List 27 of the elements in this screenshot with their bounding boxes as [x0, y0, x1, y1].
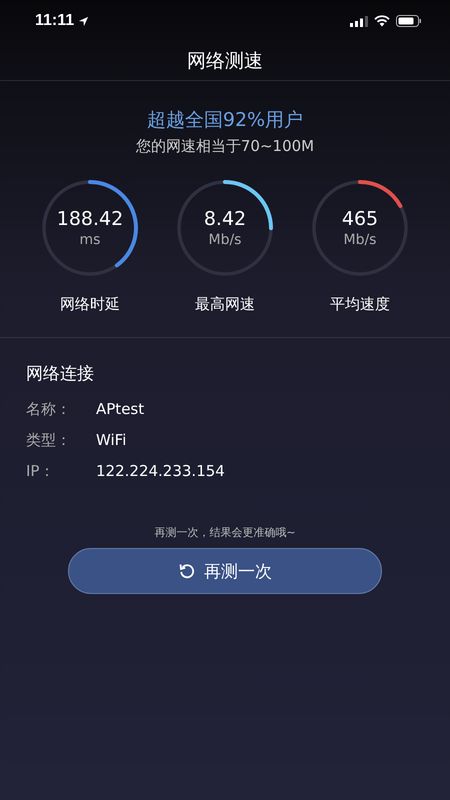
gauge-unit: ms: [80, 232, 100, 248]
retest-button[interactable]: 再测一次: [68, 548, 382, 594]
gauge-label: 网络时延: [60, 295, 120, 314]
gauge-value: 465: [342, 208, 378, 230]
location-arrow-icon: [78, 16, 90, 26]
hint-text: 再测一次，结果会更准确哦~: [154, 525, 296, 540]
info-value: APtest: [96, 400, 144, 419]
info-value: WiFi: [96, 431, 126, 450]
page-title: 网络测速: [187, 49, 263, 74]
headline: 超越全国92%用户: [146, 108, 304, 133]
gauge-value: 8.42: [204, 208, 246, 230]
gauge-label: 平均速度: [330, 295, 390, 314]
wifi-icon: [374, 15, 390, 27]
info-label: 类型：: [26, 431, 72, 450]
gauge-unit: Mb/s: [344, 232, 376, 248]
battery-icon: [396, 15, 422, 27]
status-time: 11:11: [35, 12, 74, 30]
gauge-label: 最高网速: [195, 295, 255, 314]
subtitle: 您的网速相当于70~100M: [136, 137, 314, 156]
gauge-unit: Mb/s: [208, 232, 242, 248]
gauge-value: 188.42: [56, 208, 124, 230]
section-title: 网络连接: [26, 363, 95, 385]
refresh-icon: [178, 562, 196, 580]
signal-icon: [350, 16, 368, 26]
info-label: 名称：: [26, 400, 72, 419]
info-value: 122.224.233.154: [96, 462, 225, 481]
info-label: IP：: [26, 462, 56, 481]
